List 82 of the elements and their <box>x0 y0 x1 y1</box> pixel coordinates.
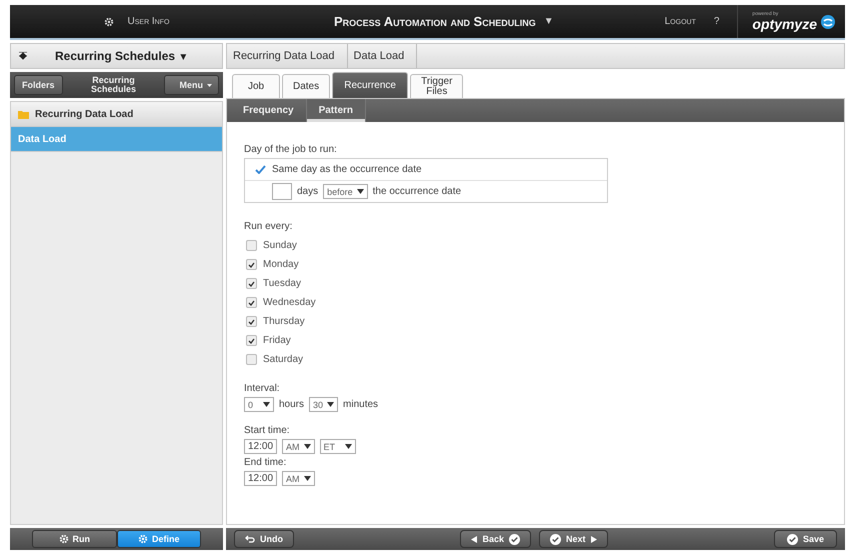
next-button[interactable]: Next <box>538 530 608 548</box>
back-arrow-icon <box>471 536 478 542</box>
check-circle-icon <box>550 534 561 544</box>
tab[interactable]: Job <box>232 74 280 98</box>
check-icon <box>248 318 255 324</box>
minutes-select[interactable]: 30 <box>309 397 338 412</box>
relation-select[interactable]: before <box>323 184 368 199</box>
checkbox[interactable] <box>246 335 257 346</box>
day-label: Friday <box>263 335 291 346</box>
gear-icon <box>138 534 148 544</box>
folder-icon <box>18 110 29 118</box>
dropdown-caret-icon <box>304 476 311 481</box>
hours-label: hours <box>279 399 304 410</box>
checkbox[interactable] <box>246 259 257 270</box>
checkbox[interactable] <box>246 240 257 251</box>
check-icon <box>248 300 255 306</box>
caret-icon <box>206 84 212 86</box>
check-icon <box>254 165 266 174</box>
check-icon <box>248 262 255 268</box>
sidebar-item[interactable]: Recurring Data Load <box>11 102 222 127</box>
start-time-field[interactable]: 12:00 <box>244 439 278 454</box>
day-label: Thursday <box>263 316 305 327</box>
user-info-link[interactable]: User Info <box>128 16 170 27</box>
mode-button[interactable]: Define <box>116 530 201 548</box>
sidebar-title[interactable]: Recurring Schedules ▼ <box>55 49 188 63</box>
timezone-select[interactable]: ET <box>320 439 356 454</box>
logout-link[interactable]: Logout <box>664 16 696 27</box>
logo-icon <box>821 14 835 28</box>
folders-button[interactable]: Folders <box>14 75 63 95</box>
checkbox[interactable] <box>246 297 257 308</box>
checkbox[interactable] <box>246 278 257 289</box>
gear-icon <box>104 16 114 26</box>
tab[interactable]: Trigger Files <box>410 74 464 98</box>
tab[interactable]: Dates <box>282 74 330 98</box>
start-time-label: Start time: <box>244 425 291 436</box>
brand-logo: optymyze <box>752 17 817 31</box>
undo-icon <box>245 535 255 543</box>
dropdown-caret-icon <box>344 444 352 449</box>
app-title[interactable]: Process Automation and Scheduling <box>334 14 536 29</box>
menu-button[interactable]: Menu <box>164 75 219 95</box>
day-of-job-label: Day of the job to run: <box>244 144 338 155</box>
option-text: the occurrence date <box>372 186 462 197</box>
run-every-label: Run every: <box>244 221 294 232</box>
day-label: Sunday <box>263 240 297 251</box>
check-icon <box>248 338 255 344</box>
tab[interactable]: Recurrence <box>332 72 408 98</box>
dropdown-caret-icon <box>263 402 270 407</box>
dropdown-caret-icon <box>356 189 364 194</box>
collapse-icon[interactable] <box>19 52 27 60</box>
title-caret[interactable]: ▼ <box>544 16 554 27</box>
days-label: days <box>297 186 318 197</box>
checkbox[interactable] <box>246 354 257 365</box>
ampm-select[interactable]: AM <box>282 439 315 454</box>
check-circle-icon <box>786 534 798 544</box>
breadcrumb-item[interactable]: Recurring Data Load <box>227 44 348 68</box>
day-label: Monday <box>263 259 299 270</box>
breadcrumb-item[interactable]: Data Load <box>348 44 418 68</box>
day-label: Tuesday <box>263 278 301 289</box>
undo-button[interactable]: Undo <box>234 530 294 548</box>
dropdown-caret-icon <box>327 402 334 407</box>
dropdown-caret-icon <box>304 444 311 449</box>
end-time-field[interactable]: 12:00 <box>244 471 278 486</box>
ampm-select[interactable]: AM <box>282 471 315 486</box>
interval-label: Interval: <box>244 383 281 394</box>
subtab[interactable]: Pattern <box>306 99 366 122</box>
mode-button[interactable]: Run <box>32 530 116 548</box>
hours-select[interactable]: 0 <box>244 397 274 412</box>
next-arrow-icon <box>590 536 596 542</box>
checkbox[interactable] <box>246 316 257 327</box>
minutes-label: minutes <box>343 399 378 410</box>
option-text[interactable]: Same day as the occurrence date <box>272 164 422 175</box>
day-label: Wednesday <box>263 297 316 308</box>
check-circle-icon <box>508 534 520 544</box>
toolbar-title: Recurring Schedules <box>90 76 138 94</box>
days-input[interactable] <box>272 183 292 200</box>
end-time-label: End time: <box>244 457 288 468</box>
gear-icon <box>58 534 68 544</box>
check-icon <box>248 280 255 286</box>
help-link[interactable]: ? <box>714 16 720 27</box>
save-button[interactable]: Save <box>774 530 837 548</box>
day-label: Saturday <box>263 354 304 365</box>
back-button[interactable]: Back <box>460 530 531 548</box>
